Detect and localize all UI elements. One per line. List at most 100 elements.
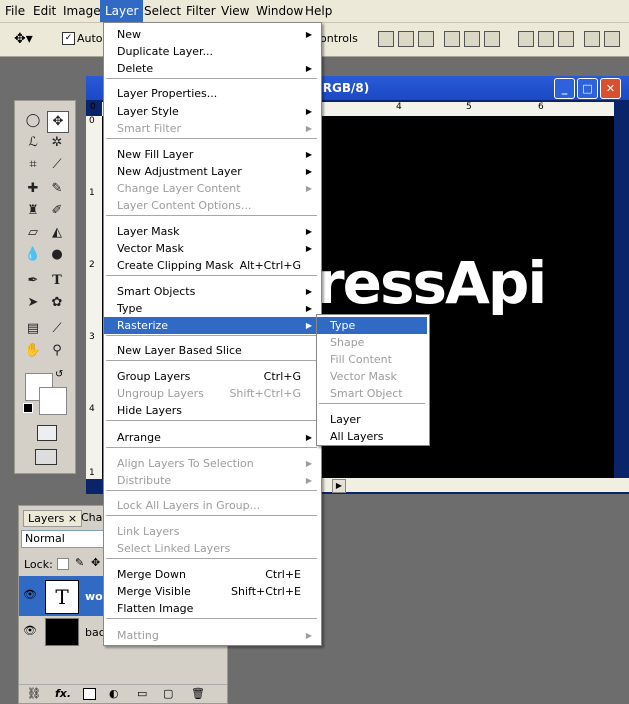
distribute-middle-icon[interactable] [538,31,554,47]
menu-item-vector-mask[interactable]: Vector Mask ▶ [104,240,319,257]
menu-item-smart-objects[interactable]: Smart Objects ▶ [104,283,319,300]
menu-layer[interactable]: Layer [100,0,144,22]
menu-item-layer-content-options[interactable]: Layer Content Options... [104,197,319,214]
menu-edit[interactable]: Edit [28,0,61,22]
default-colors-icon[interactable] [23,403,33,413]
visibility-eye-icon[interactable]: 👁 [23,588,37,601]
zoom-tool-icon[interactable]: ⚲ [47,341,67,361]
distribute-center-icon[interactable] [604,31,620,47]
eraser-tool-icon[interactable]: ▱ [23,223,43,243]
delete-layer-icon[interactable]: 🗑 [191,687,205,700]
menu-item-new[interactable]: New ▶ [104,26,319,43]
path-selection-icon[interactable]: ➤ [23,293,43,313]
visibility-eye-icon[interactable]: 👁 [23,624,37,637]
tab-channels[interactable]: Cha [81,511,102,524]
menu-item-delete[interactable]: Delete ▶ [104,60,319,77]
menu-item-lock-all-layers-in-group[interactable]: Lock All Layers in Group... [104,497,319,514]
distribute-bottom-icon[interactable] [558,31,574,47]
quick-mask-icon[interactable] [37,425,57,441]
lock-pixels-icon[interactable]: ✎ [75,556,84,569]
menu-item-arrange[interactable]: Arrange ▶ [104,429,319,446]
align-center-icon[interactable] [464,31,480,47]
hand-tool-icon[interactable]: ✋ [23,341,43,361]
minimize-icon[interactable]: _ [554,78,575,99]
add-mask-icon[interactable] [83,688,96,700]
paint-bucket-icon[interactable]: ◭ [47,223,67,243]
menu-item-align-layers-to-selection[interactable]: Align Layers To Selection ▶ [104,455,319,472]
submenu-item-smart-object[interactable]: Smart Object [317,385,427,402]
close-icon[interactable]: ✕ [600,78,621,99]
lock-transparency-icon[interactable] [57,558,69,570]
link-layers-icon[interactable]: ⛓ [27,687,41,700]
menu-item-flatten-image[interactable]: Flatten Image [104,600,319,617]
menu-item-merge-down[interactable]: Merge Down Ctrl+E [104,566,319,583]
menu-item-type[interactable]: Type ▶ [104,300,319,317]
menu-item-new-adjustment-layer[interactable]: New Adjustment Layer ▶ [104,163,319,180]
layer-style-button[interactable]: fx. [55,687,71,700]
move-tool-icon[interactable]: ✥ [47,111,69,133]
menu-item-link-layers[interactable]: Link Layers [104,523,319,540]
dodge-tool-icon[interactable]: ● [47,245,67,265]
submenu-item-vector-mask[interactable]: Vector Mask [317,368,427,385]
menu-item-smart-filter[interactable]: Smart Filter ▶ [104,120,319,137]
layer-name[interactable]: wo [85,590,103,603]
pen-tool-icon[interactable]: ✒ [23,271,43,291]
tab-close-icon[interactable]: × [68,512,77,525]
menu-item-select-linked-layers[interactable]: Select Linked Layers [104,540,319,557]
menu-item-hide-layers[interactable]: Hide Layers [104,402,319,419]
distribute-top-icon[interactable] [518,31,534,47]
swap-colors-icon[interactable]: ↺ [55,369,63,380]
menu-item-group-layers[interactable]: Group Layers Ctrl+G [104,368,319,385]
horizontal-scrollbar[interactable]: ▶ [306,478,629,493]
scroll-right-icon[interactable]: ▶ [332,479,346,493]
align-top-icon[interactable] [378,31,394,47]
screen-mode-icon[interactable] [35,449,57,465]
history-brush-icon[interactable]: ✐ [47,201,67,221]
magic-wand-icon[interactable]: ✲ [47,133,67,153]
blend-mode-select[interactable]: Normal [21,530,108,548]
menu-image[interactable]: Image [58,0,106,22]
brush-tool-icon[interactable]: ✎ [47,179,67,199]
adjustment-layer-icon[interactable]: ◐ [109,687,119,700]
menu-item-ungroup-layers[interactable]: Ungroup Layers Shift+Ctrl+G [104,385,319,402]
menu-item-new-fill-layer[interactable]: New Fill Layer ▶ [104,146,319,163]
menu-filter[interactable]: Filter [181,0,221,22]
submenu-item-shape[interactable]: Shape [317,334,427,351]
menu-item-matting[interactable]: Matting ▶ [104,627,319,644]
submenu-item-all-layers[interactable]: All Layers [317,428,427,445]
menu-help[interactable]: Help [300,0,337,22]
auto-select-checkbox[interactable]: ✓ [62,32,75,45]
new-layer-icon[interactable]: ▢ [163,687,173,700]
slice-tool-icon[interactable]: ⟋ [47,155,67,175]
submenu-item-layer[interactable]: Layer [317,411,427,428]
menu-file[interactable]: File [0,0,30,22]
menu-item-layer-mask[interactable]: Layer Mask ▶ [104,223,319,240]
new-group-icon[interactable]: ▭ [137,687,147,700]
menu-item-new-layer-based-slice[interactable]: New Layer Based Slice [104,342,319,359]
menu-item-create-clipping-mask[interactable]: Create Clipping Mask Alt+Ctrl+G [104,257,319,274]
crop-tool-icon[interactable]: ⌗ [23,155,43,175]
clone-stamp-icon[interactable]: ♜ [23,201,43,221]
menu-item-distribute[interactable]: Distribute ▶ [104,472,319,489]
eyedropper-icon[interactable]: ⟋ [47,319,67,339]
menu-item-duplicate-layer[interactable]: Duplicate Layer... [104,43,319,60]
lasso-tool-icon[interactable]: ℒ [23,133,43,153]
menu-select[interactable]: Select [139,0,186,22]
type-tool-icon[interactable]: T [47,271,67,291]
menu-item-layer-properties[interactable]: Layer Properties... [104,85,319,102]
submenu-item-type[interactable]: Type [317,317,427,334]
align-middle-icon[interactable] [398,31,414,47]
custom-shape-icon[interactable]: ✿ [47,293,67,313]
notes-tool-icon[interactable]: ▤ [23,319,43,339]
blur-tool-icon[interactable]: 💧 [23,245,43,265]
distribute-left-icon[interactable] [584,31,600,47]
menu-item-layer-style[interactable]: Layer Style ▶ [104,103,319,120]
healing-brush-icon[interactable]: ✚ [23,179,43,199]
align-left-icon[interactable] [444,31,460,47]
maximize-icon[interactable]: □ [577,78,598,99]
marquee-tool-icon[interactable]: ◯ [23,111,43,131]
move-tool-icon[interactable]: ✥▾ [14,31,33,47]
layer-name[interactable]: bac [85,626,105,639]
background-color-swatch[interactable] [39,387,67,415]
menu-item-rasterize[interactable]: Rasterize ▶ [104,317,319,334]
